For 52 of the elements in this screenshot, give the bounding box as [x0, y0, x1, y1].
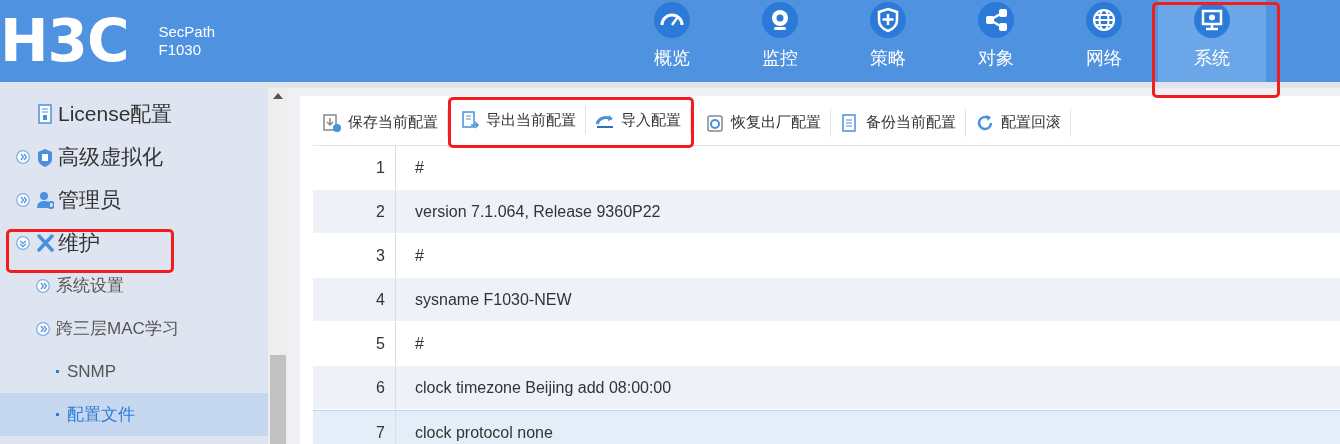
tools-icon — [36, 232, 54, 253]
toolbar-button[interactable]: 导入配置 — [586, 106, 691, 134]
toolbar-button[interactable]: 配置回滚 — [966, 108, 1071, 137]
line-number: 1 — [313, 146, 396, 189]
code-line: clock protocol none — [414, 422, 553, 443]
line-number: 2 — [313, 190, 396, 233]
product-name: SecPath — [158, 23, 216, 41]
monitor-icon — [1194, 2, 1230, 38]
chevron-icon — [36, 321, 50, 336]
document-icon — [36, 103, 54, 124]
chevron-icon — [16, 235, 30, 250]
gauge-icon — [654, 2, 690, 38]
line-number: 7 — [313, 411, 396, 444]
line-number: 6 — [313, 366, 396, 409]
bullet-icon — [56, 370, 59, 373]
chevron-icon — [16, 149, 30, 164]
sidebar-item[interactable]: 跨三层MAC学习 — [0, 307, 268, 350]
model-name: F1030 — [158, 41, 202, 59]
toolbar-button[interactable]: 导出当前配置 — [451, 106, 586, 134]
code-line: # — [414, 157, 424, 178]
code-line: # — [414, 245, 424, 266]
logo: H3C — [0, 12, 129, 70]
code-line: sysname F1030-NEW — [414, 289, 572, 310]
scrollbar[interactable] — [268, 88, 288, 444]
line-number: 3 — [313, 234, 396, 277]
file-export-icon — [460, 110, 480, 130]
refresh-icon — [975, 112, 995, 133]
sidebar-item[interactable]: 管理员 — [0, 178, 268, 221]
line-number: 4 — [313, 278, 396, 321]
download-icon — [322, 112, 342, 133]
toolbar-button[interactable]: 保存当前配置 — [313, 108, 448, 137]
globe-icon — [1086, 2, 1122, 38]
toolbar-button[interactable]: 备份当前配置 — [831, 108, 966, 137]
scroll-thumb[interactable] — [270, 355, 286, 444]
shield-icon — [870, 2, 906, 38]
sidebar-item[interactable]: 高级虚拟化 — [0, 135, 268, 178]
shield-icon — [36, 146, 54, 167]
code-line: clock timezone Beijing add 08:00:00 — [414, 377, 672, 398]
bullet-icon — [56, 413, 59, 416]
sidebar-item[interactable]: 系统设置 — [0, 264, 268, 307]
chevron-icon — [16, 192, 30, 207]
line-number: 5 — [313, 322, 396, 365]
sidebar-item[interactable]: 维护 — [0, 221, 268, 264]
sidebar-item[interactable]: License配置 — [0, 92, 268, 135]
toolbar-button[interactable]: 恢复出厂配置 — [696, 108, 831, 137]
chevron-icon — [36, 278, 50, 293]
code-line: version 7.1.064, Release 9360P22 — [414, 201, 661, 222]
share-icon — [978, 2, 1014, 38]
restore-icon — [705, 112, 725, 133]
code-line: # — [414, 333, 424, 354]
sidebar-item[interactable]: SNMP — [0, 350, 268, 393]
webcam-icon — [762, 2, 798, 38]
